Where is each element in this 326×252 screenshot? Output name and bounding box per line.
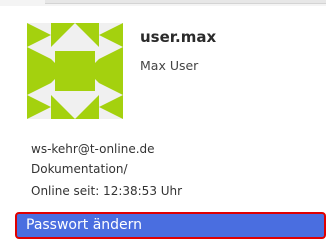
documentation-folder: Dokumentation/ [31,162,128,176]
change-password-button[interactable]: Passwort ändern [15,212,326,239]
username: user.max [140,28,217,46]
header-edge [0,0,326,6]
online-status: Online seit: 12:38:53 Uhr [31,184,183,198]
user-menu-dropdown: user.max Max User ws-kehr@t-online.de Do… [0,0,326,252]
full-name: Max User [140,58,199,73]
identicon-avatar [27,23,123,119]
user-email: ws-kehr@t-online.de [31,142,155,156]
header-edge-bar [45,0,326,4]
